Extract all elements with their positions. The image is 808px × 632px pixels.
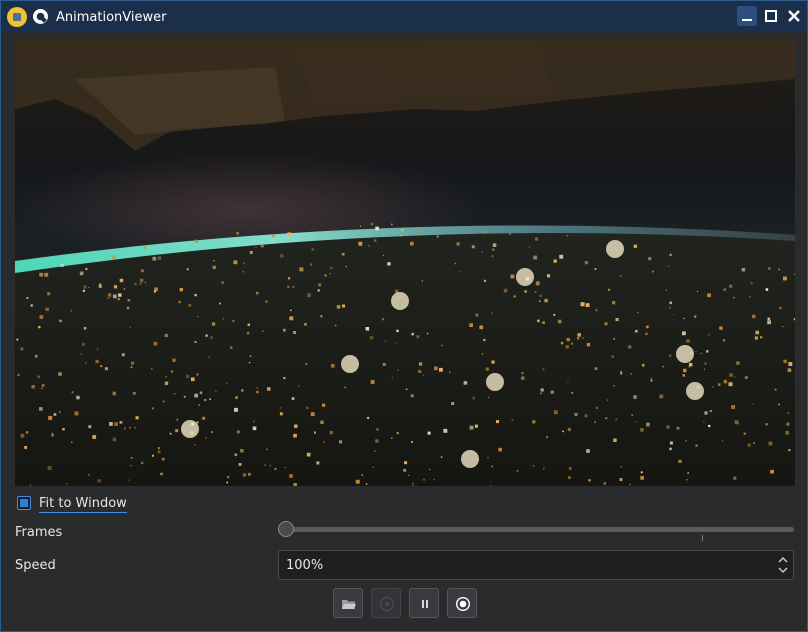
spin-arrows-icon[interactable] [777,555,789,575]
window-title: AnimationViewer [56,10,167,25]
folder-open-icon [342,600,356,609]
title-bar[interactable]: AnimationViewer [1,1,807,32]
slider-tick-mark [702,535,703,541]
play-icon [379,596,395,612]
fit-to-window-checkbox[interactable]: Fit to Window [15,493,135,515]
frames-label: Frames [15,525,63,540]
frames-slider[interactable] [278,520,794,544]
close-icon [788,10,800,22]
pin-icon[interactable] [32,8,49,25]
minimize-icon [742,19,752,21]
slider-handle[interactable] [278,521,294,537]
speed-value[interactable]: 100% [286,557,323,574]
maximize-button[interactable] [761,6,781,26]
checkbox-checked-indicator [20,499,28,507]
record-button[interactable] [447,588,477,618]
animation-frame [15,39,795,486]
slider-groove[interactable] [278,527,794,532]
speed-spinbox[interactable]: 100% [278,550,794,580]
main-window: AnimationViewer Fit to Window Frames Spe… [0,0,808,632]
pause-button[interactable] [409,588,439,618]
checkbox-box[interactable] [17,496,31,510]
fit-to-window-label[interactable]: Fit to Window [39,495,127,513]
animation-display [15,39,795,486]
minimize-button[interactable] [737,6,757,26]
speed-label: Speed [15,558,56,573]
open-file-button[interactable] [333,588,363,618]
pause-icon [422,600,428,608]
close-button[interactable] [784,6,804,26]
record-icon [455,596,471,612]
app-icon[interactable] [7,7,27,27]
maximize-icon [765,10,777,22]
play-button[interactable] [371,588,401,618]
